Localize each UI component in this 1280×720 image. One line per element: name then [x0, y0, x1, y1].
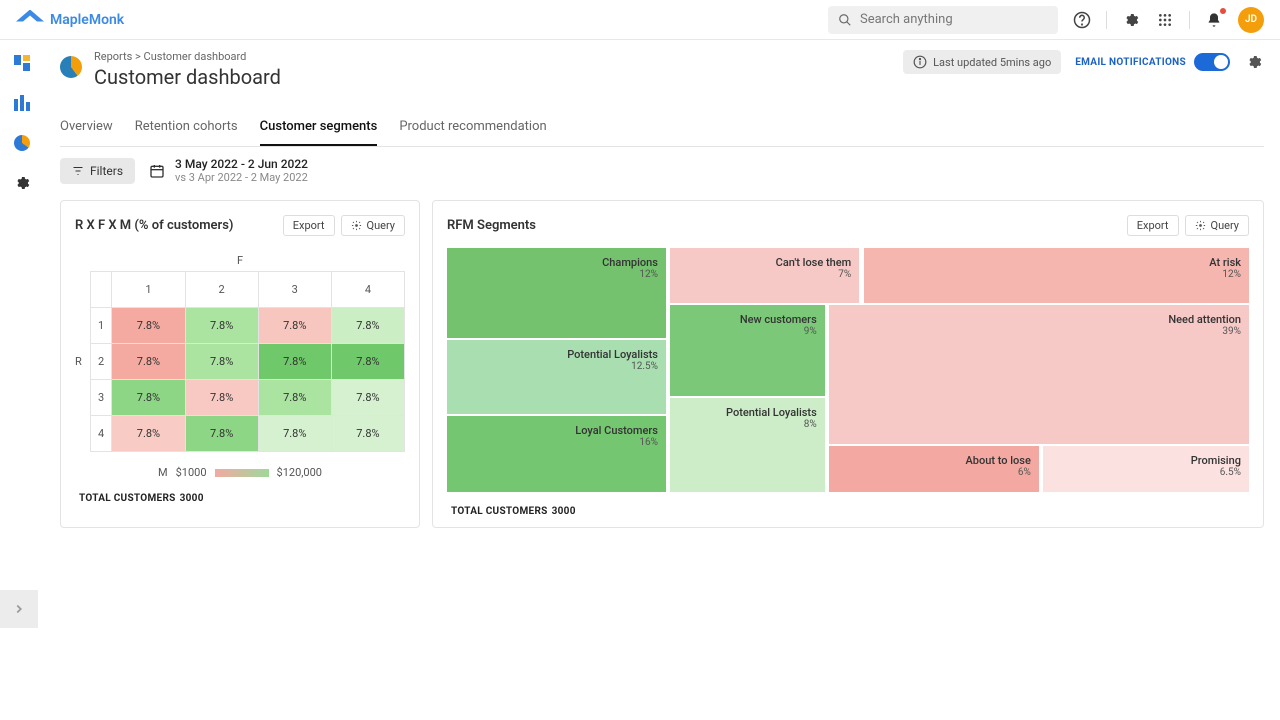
- segment-need-attention[interactable]: Need attention39%: [829, 305, 1249, 444]
- avatar[interactable]: JD: [1238, 7, 1264, 33]
- m-legend: M $1000 $120,000: [75, 466, 405, 479]
- search-icon: [838, 13, 852, 27]
- calendar-icon: [149, 163, 165, 179]
- tab-customer-segments[interactable]: Customer segments: [260, 111, 378, 146]
- sidebar-settings-icon[interactable]: [13, 174, 31, 192]
- filter-bar: Filters 3 May 2022 - 2 Jun 2022 vs 3 Apr…: [60, 157, 1264, 184]
- filter-icon: [72, 165, 84, 177]
- info-icon: [913, 55, 927, 69]
- segment-potential-loyalists[interactable]: Potential Loyalists12.5%: [447, 340, 666, 414]
- card1-export-button[interactable]: Export: [283, 215, 335, 236]
- card2-query-button[interactable]: Query: [1185, 215, 1250, 236]
- sidebar-dashboard-icon[interactable]: [13, 54, 31, 72]
- email-notifications-toggle[interactable]: EMAIL NOTIFICATIONS: [1075, 53, 1230, 71]
- date-range-picker[interactable]: 3 May 2022 - 2 Jun 2022 vs 3 Apr 2022 - …: [149, 157, 308, 184]
- card1-query-button[interactable]: Query: [341, 215, 406, 236]
- logo[interactable]: MapleMonk: [16, 10, 124, 30]
- sidebar-columns-icon[interactable]: [13, 94, 31, 112]
- last-updated-badge: Last updated 5mins ago: [903, 50, 1061, 74]
- filters-button[interactable]: Filters: [60, 158, 135, 184]
- topbar: MapleMonk Search anything JD: [0, 0, 1280, 40]
- tabs: Overview Retention cohorts Customer segmen…: [60, 111, 1264, 147]
- segment-champions[interactable]: Champions12%: [447, 248, 666, 338]
- card1-total: TOTAL CUSTOMERS3000: [75, 493, 405, 504]
- logo-icon: [16, 10, 44, 30]
- date-compare: vs 3 Apr 2022 - 2 May 2022: [175, 171, 308, 184]
- page-gear-icon[interactable]: [1244, 52, 1264, 72]
- toggle-switch[interactable]: [1194, 53, 1230, 71]
- segment-at-risk[interactable]: At risk12%: [864, 248, 1249, 303]
- tab-overview[interactable]: Overview: [60, 111, 113, 146]
- segment-potential-loyalists[interactable]: Potential Loyalists8%: [670, 398, 825, 492]
- segment-new-customers[interactable]: New customers9%: [670, 305, 825, 396]
- gear-icon[interactable]: [1121, 10, 1141, 30]
- breadcrumb[interactable]: Reports > Customer dashboard: [94, 50, 281, 63]
- rfm-heatmap: 123417.8%7.8%7.8%7.8%27.8%7.8%7.8%7.8%37…: [90, 271, 405, 452]
- segment-can-t-lose-them[interactable]: Can't lose them7%: [670, 248, 859, 303]
- page-header: Reports > Customer dashboard Customer da…: [60, 50, 1264, 89]
- card-rfm-segments: RFM Segments Export Query Champions12%Po…: [432, 200, 1264, 528]
- help-icon[interactable]: [1072, 10, 1092, 30]
- segment-promising[interactable]: Promising6.5%: [1043, 446, 1249, 492]
- tab-retention-cohorts[interactable]: Retention cohorts: [135, 111, 238, 146]
- brand-name: MapleMonk: [50, 12, 124, 28]
- page-title: Customer dashboard: [94, 65, 281, 89]
- sidebar-pie-icon[interactable]: [13, 134, 31, 152]
- sidebar: [0, 40, 44, 544]
- gradient-bar: [215, 469, 269, 477]
- segment-about-to-lose[interactable]: About to lose6%: [829, 446, 1039, 492]
- expand-sidebar-button[interactable]: [0, 590, 38, 628]
- chevron-right-icon: [12, 602, 26, 616]
- treemap-chart: Champions12%Potential Loyalists12.5%Loya…: [447, 248, 1249, 492]
- search-input[interactable]: Search anything: [828, 6, 1058, 34]
- page-pie-icon: [60, 56, 82, 78]
- bell-icon[interactable]: [1204, 10, 1224, 30]
- card2-title: RFM Segments: [447, 218, 536, 233]
- card-rfm-matrix: R X F X M (% of customers) Export Query …: [60, 200, 420, 528]
- apps-icon[interactable]: [1155, 10, 1175, 30]
- gear-icon: [351, 220, 362, 231]
- date-range: 3 May 2022 - 2 Jun 2022: [175, 157, 308, 171]
- r-axis-label: R: [75, 355, 82, 368]
- card1-title: R X F X M (% of customers): [75, 218, 233, 233]
- gear-icon: [1195, 220, 1206, 231]
- card2-total: TOTAL CUSTOMERS3000: [447, 506, 1249, 517]
- card2-export-button[interactable]: Export: [1127, 215, 1179, 236]
- segment-loyal-customers[interactable]: Loyal Customers16%: [447, 416, 666, 492]
- f-axis-label: F: [75, 254, 405, 267]
- search-placeholder: Search anything: [860, 12, 953, 27]
- tab-product-recommendation[interactable]: Product recommendation: [399, 111, 546, 146]
